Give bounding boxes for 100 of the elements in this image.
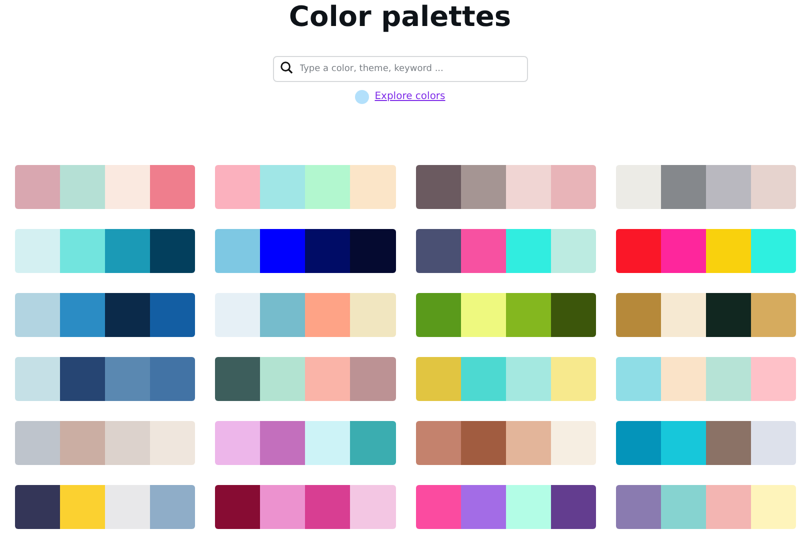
color-swatch[interactable] (616, 293, 661, 337)
color-swatch[interactable] (60, 165, 106, 209)
color-swatch[interactable] (416, 293, 461, 337)
color-swatch[interactable] (215, 485, 260, 529)
color-swatch[interactable] (260, 293, 306, 337)
color-swatch[interactable] (105, 165, 150, 209)
color-swatch[interactable] (60, 357, 106, 401)
color-swatch[interactable] (416, 421, 461, 465)
color-swatch[interactable] (150, 229, 196, 273)
color-swatch[interactable] (15, 485, 60, 529)
color-swatch[interactable] (506, 165, 551, 209)
color-swatch[interactable] (460, 229, 506, 273)
color-swatch[interactable] (616, 357, 661, 401)
color-swatch[interactable] (60, 293, 106, 337)
color-swatch[interactable] (460, 357, 506, 401)
color-swatch[interactable] (305, 485, 350, 529)
color-swatch[interactable] (460, 165, 506, 209)
color-swatch[interactable] (60, 485, 106, 529)
color-swatch[interactable] (150, 485, 196, 529)
color-swatch[interactable] (15, 421, 60, 465)
color-swatch[interactable] (15, 165, 60, 209)
page-title: Color palettes (288, 2, 512, 32)
color-swatch[interactable] (616, 421, 661, 465)
color-swatch[interactable] (706, 357, 751, 401)
color-swatch[interactable] (506, 229, 551, 273)
color-swatch[interactable] (750, 229, 796, 273)
search-icon (280, 61, 292, 74)
color-swatch[interactable] (350, 229, 396, 273)
color-swatch[interactable] (350, 165, 396, 209)
color-swatch[interactable] (506, 293, 551, 337)
color-swatch[interactable] (506, 485, 551, 529)
color-swatch[interactable] (506, 421, 551, 465)
color-swatch[interactable] (660, 421, 706, 465)
color-swatch[interactable] (15, 357, 60, 401)
color-swatch[interactable] (150, 357, 196, 401)
color-swatch[interactable] (260, 421, 306, 465)
search-field[interactable]: Type a color, theme, keyword ... (272, 56, 528, 82)
color-swatch[interactable] (706, 229, 751, 273)
color-swatch[interactable] (60, 421, 106, 465)
color-swatch[interactable] (150, 293, 196, 337)
color-swatch[interactable] (416, 165, 461, 209)
color-swatch[interactable] (660, 485, 706, 529)
explore-link[interactable]: Explore colors (374, 89, 446, 104)
color-swatch[interactable] (105, 293, 150, 337)
color-swatch[interactable] (706, 165, 751, 209)
color-swatch[interactable] (260, 229, 306, 273)
color-swatch[interactable] (750, 485, 796, 529)
color-swatch[interactable] (150, 165, 196, 209)
color-swatch[interactable] (416, 229, 461, 273)
color-swatch[interactable] (305, 293, 350, 337)
color-swatch[interactable] (105, 229, 150, 273)
color-swatch[interactable] (60, 229, 106, 273)
color-swatch[interactable] (305, 165, 350, 209)
color-swatch[interactable] (105, 485, 150, 529)
color-swatch[interactable] (260, 165, 306, 209)
color-swatch[interactable] (416, 357, 461, 401)
color-swatch[interactable] (506, 357, 551, 401)
color-swatch[interactable] (750, 357, 796, 401)
color-swatch[interactable] (660, 293, 706, 337)
color-swatch[interactable] (350, 293, 396, 337)
color-swatch[interactable] (350, 485, 396, 529)
color-swatch[interactable] (260, 485, 306, 529)
color-swatch[interactable] (305, 229, 350, 273)
color-swatch[interactable] (460, 485, 506, 529)
color-swatch[interactable] (105, 421, 150, 465)
color-swatch[interactable] (15, 293, 60, 337)
color-swatch[interactable] (350, 421, 396, 465)
color-swatch[interactable] (660, 165, 706, 209)
color-swatch[interactable] (550, 485, 596, 529)
color-swatch[interactable] (550, 165, 596, 209)
color-swatch[interactable] (105, 357, 150, 401)
color-swatch[interactable] (750, 165, 796, 209)
color-swatch[interactable] (750, 421, 796, 465)
color-swatch[interactable] (550, 357, 596, 401)
color-swatch[interactable] (260, 357, 306, 401)
color-swatch[interactable] (150, 421, 196, 465)
color-swatch[interactable] (660, 229, 706, 273)
color-swatch[interactable] (305, 357, 350, 401)
color-swatch[interactable] (660, 357, 706, 401)
color-swatch[interactable] (616, 165, 661, 209)
color-swatch[interactable] (706, 421, 751, 465)
color-swatch[interactable] (215, 165, 260, 209)
color-swatch[interactable] (305, 421, 350, 465)
color-swatch[interactable] (215, 357, 260, 401)
color-swatch[interactable] (706, 293, 751, 337)
color-swatch[interactable] (550, 229, 596, 273)
color-swatch[interactable] (550, 293, 596, 337)
color-swatch[interactable] (215, 293, 260, 337)
color-swatch[interactable] (616, 485, 661, 529)
color-swatch[interactable] (706, 485, 751, 529)
color-swatch[interactable] (460, 421, 506, 465)
color-swatch[interactable] (550, 421, 596, 465)
color-swatch[interactable] (416, 485, 461, 529)
color-swatch[interactable] (460, 293, 506, 337)
color-swatch[interactable] (750, 293, 796, 337)
color-swatch[interactable] (616, 229, 661, 273)
color-swatch[interactable] (350, 357, 396, 401)
color-swatch[interactable] (215, 229, 260, 273)
color-swatch[interactable] (215, 421, 260, 465)
color-swatch[interactable] (15, 229, 60, 273)
